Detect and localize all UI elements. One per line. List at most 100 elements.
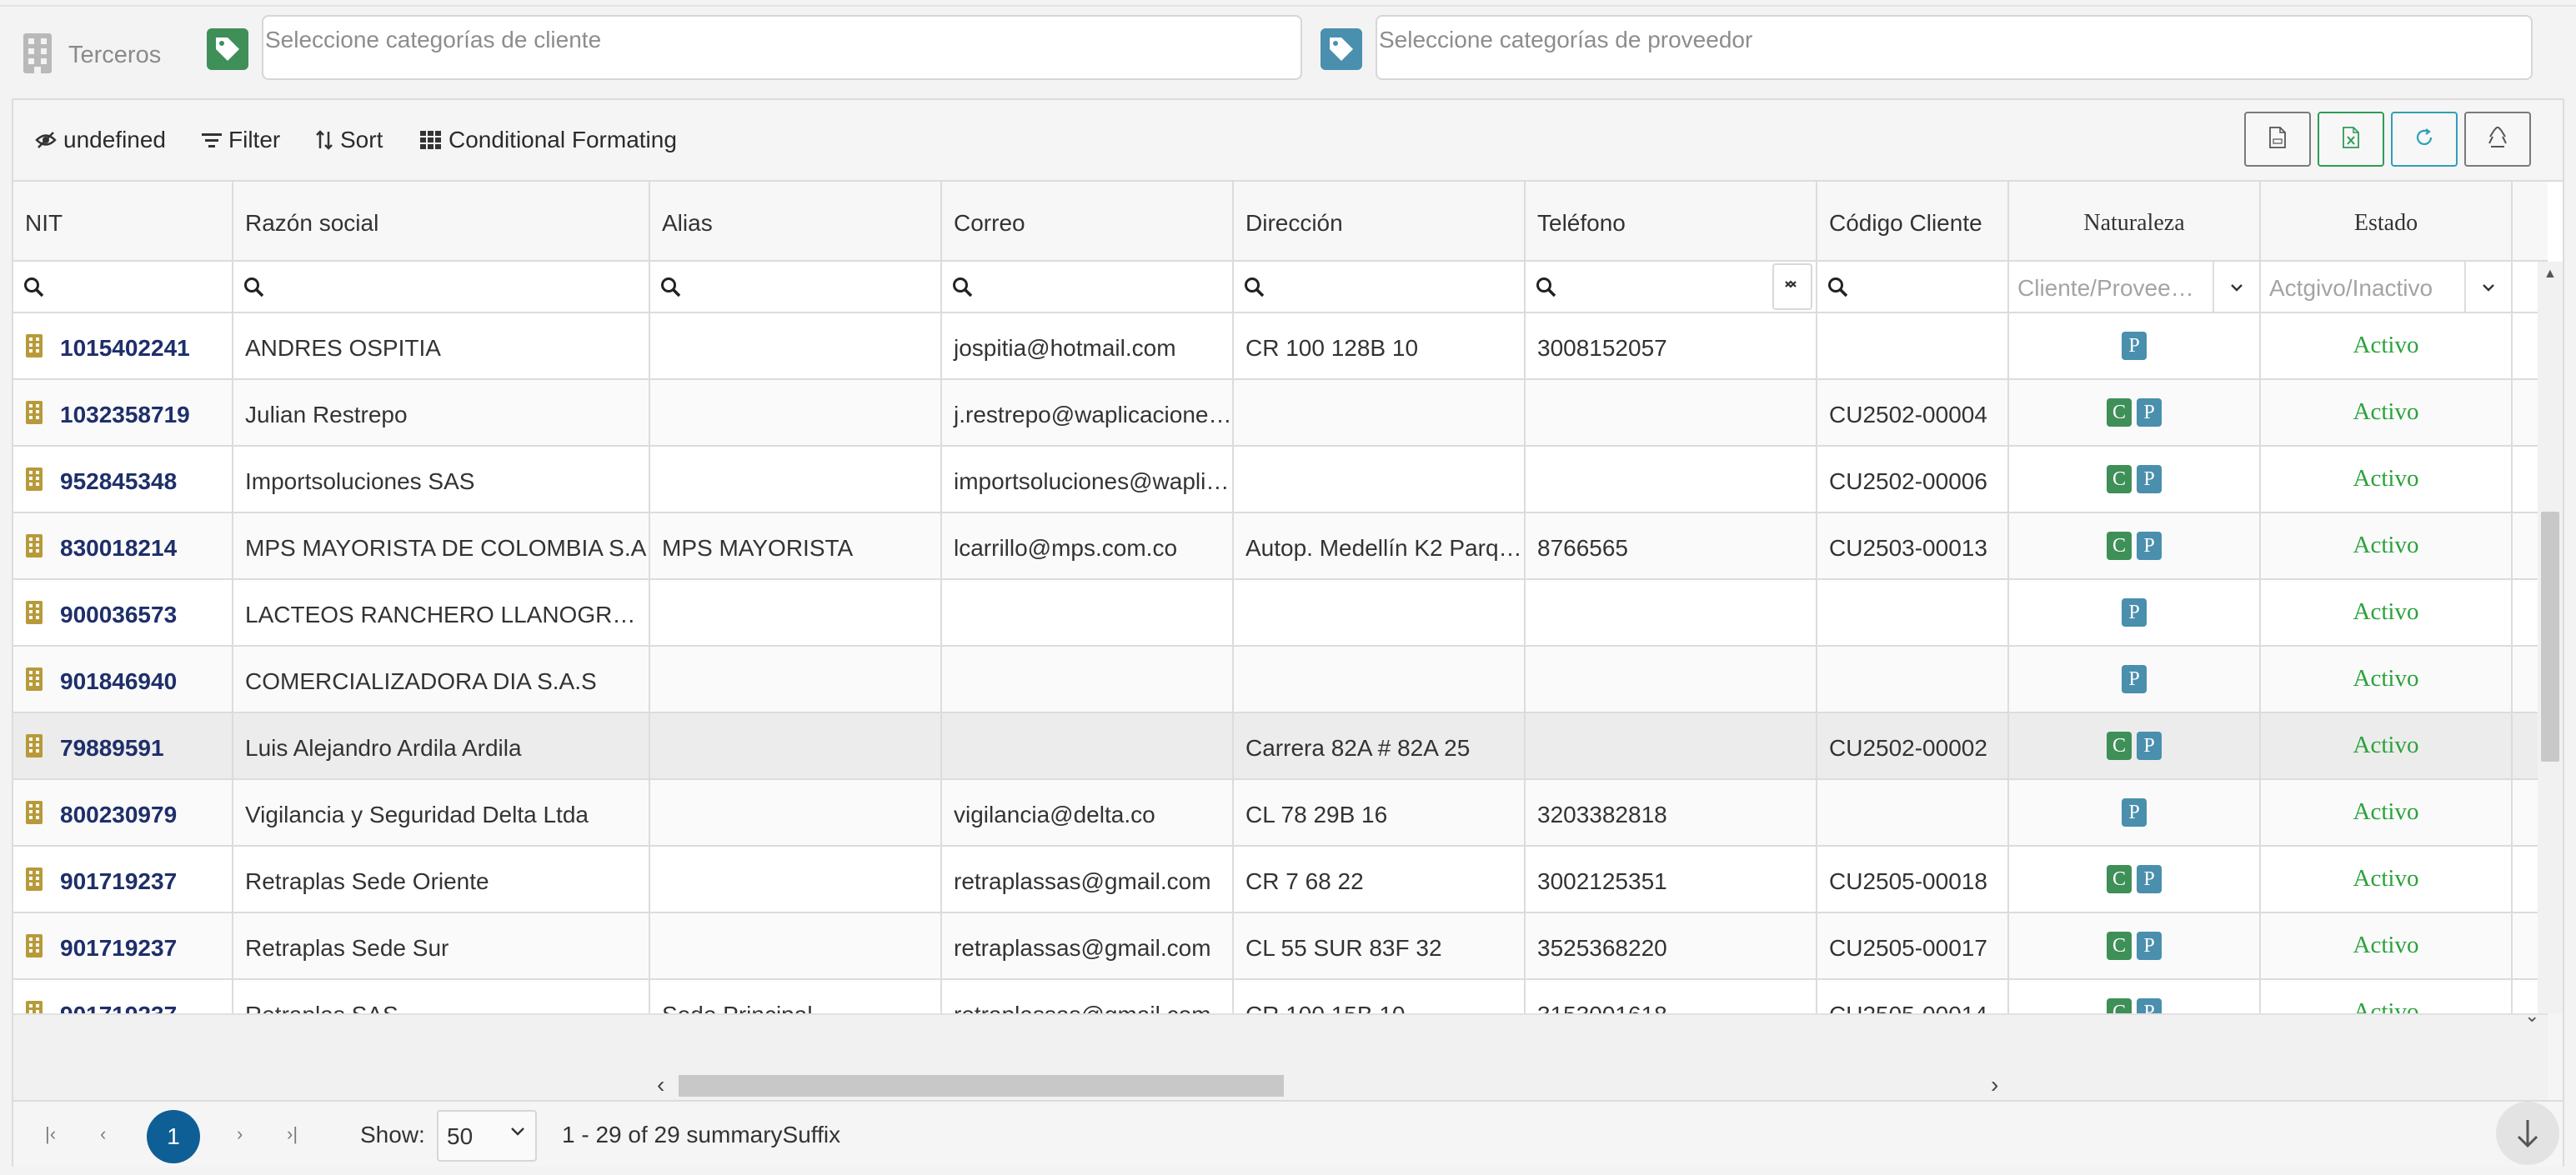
table-row[interactable]: 830018214 MPS MAYORISTA DE COLOMBIA S.A MP… xyxy=(13,513,2548,580)
last-page-icon[interactable]: ›| xyxy=(287,1123,298,1145)
table-row[interactable]: 952845348 Importsoluciones SAS importsoluc… xyxy=(13,447,2548,513)
cell-nit[interactable]: 901846940 xyxy=(13,647,233,713)
column-header-correo[interactable]: Correo xyxy=(942,182,1234,262)
filter-alias[interactable] xyxy=(650,262,942,313)
previous-page-icon[interactable]: ‹ xyxy=(100,1123,106,1145)
column-header-codigo-cliente[interactable]: Código Cliente xyxy=(1817,182,2009,262)
cell-nit[interactable]: 952845348 xyxy=(13,447,233,513)
column-header-telefono[interactable]: Teléfono xyxy=(1526,182,1817,262)
chevron-up-icon[interactable]: ▲ xyxy=(2543,267,2557,282)
horizontal-scroll-thumb[interactable] xyxy=(679,1075,1284,1097)
table-row[interactable]: 901719237 Retraplas Sede Oriente retraplas… xyxy=(13,847,2548,913)
conditional-formatting-button[interactable]: Conditional Formating xyxy=(420,127,677,153)
filter-naturaleza-select[interactable]: Cliente/Provee… xyxy=(2009,262,2261,313)
proveedor-badge: P xyxy=(2137,932,2162,960)
cell-alias xyxy=(650,380,942,447)
page-size-select[interactable]: 50 xyxy=(437,1110,537,1162)
chevron-down-icon[interactable]: ⌄ xyxy=(2524,1005,2539,1027)
scroll-down-button[interactable] xyxy=(2496,1102,2559,1165)
chevron-down-icon[interactable] xyxy=(2464,262,2511,313)
column-header-direccion[interactable]: Dirección xyxy=(1234,182,1526,262)
provider-categories-input[interactable]: Seleccione categorías de proveedor xyxy=(1376,15,2533,80)
cell-nit[interactable]: 901719237 xyxy=(13,847,233,913)
arrow-down-icon xyxy=(2517,1120,2538,1148)
recycle-button[interactable] xyxy=(2464,112,2531,167)
first-page-icon[interactable]: |‹ xyxy=(45,1123,56,1145)
table-row[interactable]: 1015402241 ANDRES OSPITIA jospitia@hotmail… xyxy=(13,313,2548,380)
sort-button[interactable]: Sort xyxy=(315,127,383,153)
client-categories-input[interactable]: Seleccione categorías de cliente xyxy=(262,15,1302,80)
nit-link[interactable]: 901719237 xyxy=(60,1002,177,1013)
hide-columns-button[interactable]: undefined xyxy=(35,127,166,153)
export-pdf-button[interactable] xyxy=(2244,112,2311,167)
cell-alias xyxy=(650,580,942,647)
table-row[interactable]: 800230979 Vigilancia y Seguridad Delta Lt… xyxy=(13,780,2548,847)
table-body: 1015402241 ANDRES OSPITIA jospitia@hotmail… xyxy=(13,313,2548,1013)
table-row[interactable]: 901719237 Retraplas SASSede Principalretr… xyxy=(13,980,2548,1013)
column-header-nit[interactable]: NIT xyxy=(13,182,233,262)
nit-link[interactable]: 1015402241 xyxy=(60,335,190,361)
cell-nit[interactable]: 800230979 xyxy=(13,780,233,847)
nit-link[interactable]: 901719237 xyxy=(60,868,177,894)
proveedor-badge: P xyxy=(2137,998,2162,1013)
proveedor-badge: P xyxy=(2122,332,2147,360)
cell-naturaleza: P xyxy=(2009,647,2261,713)
cell-razon: LACTEOS RANCHERO LLANOGRA… xyxy=(233,580,650,647)
column-header-naturaleza[interactable]: Naturaleza xyxy=(2009,182,2261,262)
vertical-scrollbar[interactable]: ▲ xyxy=(2538,262,2563,1013)
scroll-left-icon[interactable]: ‹ xyxy=(657,1072,664,1098)
client-tag-icon[interactable] xyxy=(207,28,248,70)
provider-tag-icon[interactable] xyxy=(1321,28,1362,70)
filter-telefono[interactable] xyxy=(1526,262,1817,313)
cell-alias xyxy=(650,447,942,513)
table-row[interactable]: 901719237 Retraplas Sede Sur retraplassas@… xyxy=(13,913,2548,980)
cell-nit[interactable]: 79889591 xyxy=(13,713,233,780)
filter-correo[interactable] xyxy=(942,262,1234,313)
cell-nit[interactable]: 1032358719 xyxy=(13,380,233,447)
table-row[interactable]: 79889591 Luis Alejandro Ardila Ardila Carr… xyxy=(13,713,2548,780)
filter-direccion[interactable] xyxy=(1234,262,1526,313)
refresh-button[interactable] xyxy=(2391,112,2458,167)
vertical-scroll-thumb[interactable] xyxy=(2541,512,2559,762)
nit-link[interactable]: 952845348 xyxy=(60,468,177,494)
next-page-icon[interactable]: › xyxy=(237,1123,243,1145)
cell-codigo xyxy=(1817,780,2009,847)
filter-estado-select[interactable]: Actgivo/Inactivo xyxy=(2261,262,2513,313)
current-page-button[interactable]: 1 xyxy=(147,1110,200,1163)
chevron-down-icon[interactable] xyxy=(1784,280,1797,288)
telefono-stepper[interactable] xyxy=(1772,263,1812,310)
scroll-right-icon[interactable]: › xyxy=(1991,1072,1998,1098)
nit-link[interactable]: 830018214 xyxy=(60,535,177,561)
nit-link[interactable]: 1032358719 xyxy=(60,402,190,428)
nit-link[interactable]: 800230979 xyxy=(60,802,177,828)
cell-correo: retraplassas@gmail.com xyxy=(942,847,1234,913)
cell-codigo xyxy=(1817,580,2009,647)
cell-nit[interactable]: 830018214 xyxy=(13,513,233,580)
horizontal-scrollbar[interactable]: ⌄ ‹ › xyxy=(13,1005,2548,1100)
cell-nit[interactable]: 1015402241 xyxy=(13,313,233,380)
export-excel-button[interactable] xyxy=(2318,112,2384,167)
column-header-alias[interactable]: Alias xyxy=(650,182,942,262)
cell-nit[interactable]: 901719237 xyxy=(13,913,233,980)
eye-slash-icon xyxy=(35,131,57,149)
filter-codigo-cliente[interactable] xyxy=(1817,262,2009,313)
nit-link[interactable]: 900036573 xyxy=(60,602,177,628)
table-row[interactable]: 900036573 LACTEOS RANCHERO LLANOGRA… P Acti… xyxy=(13,580,2548,647)
cell-nit[interactable]: 900036573 xyxy=(13,580,233,647)
sort-icon xyxy=(315,130,333,150)
filter-razon-social[interactable] xyxy=(233,262,650,313)
table-row[interactable]: 1032358719 Julian Restrepo j.restrepo@wapl… xyxy=(13,380,2548,447)
filter-nit[interactable] xyxy=(13,262,233,313)
cell-nit[interactable]: 901719237 xyxy=(13,980,233,1013)
nit-link[interactable]: 901719237 xyxy=(60,935,177,961)
column-header-estado[interactable]: Estado xyxy=(2261,182,2513,262)
column-header-razon-social[interactable]: Razón social xyxy=(233,182,650,262)
cell-alias: MPS MAYORISTA xyxy=(650,513,942,580)
table-row[interactable]: 901846940 COMERCIALIZADORA DIA S.A.S P Acti… xyxy=(13,647,2548,713)
nit-link[interactable]: 901846940 xyxy=(60,668,177,694)
filter-button[interactable]: Filter xyxy=(202,127,280,153)
sort-label: Sort xyxy=(340,127,383,152)
chevron-down-icon[interactable] xyxy=(2213,262,2259,313)
nit-link[interactable]: 79889591 xyxy=(60,735,164,761)
cell-naturaleza: CP xyxy=(2009,980,2261,1013)
